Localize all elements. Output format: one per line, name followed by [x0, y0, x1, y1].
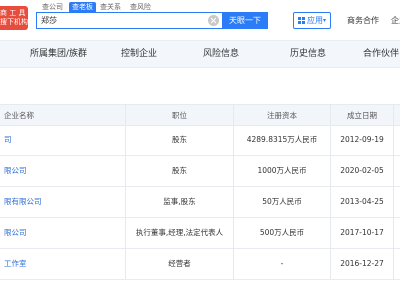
table-row: 限有限公司 监事,股东 50万人民币 2013-04-25	[0, 186, 400, 218]
position-cell: 监事,股东	[163, 197, 196, 206]
apps-label: 应用	[307, 16, 323, 25]
capital-cell: 1000万人民币	[257, 166, 307, 175]
table-row: 工作室 经营者 - 2016-12-27	[0, 248, 400, 280]
capital-cell: -	[280, 259, 284, 268]
capital-cell: 50万人民币	[262, 197, 302, 206]
capital-cell: 500万人民币	[259, 228, 305, 237]
tab-partners[interactable]: 合作伙伴	[363, 41, 399, 67]
logo-text-line2: 搜下机构	[0, 18, 28, 26]
company-name-link[interactable]: 限公司	[4, 217, 124, 248]
position-cell: 股东	[172, 135, 187, 144]
date-cell: 2016-12-27	[340, 259, 384, 268]
company-name-link[interactable]: 工作室	[4, 248, 124, 279]
date-cell: 2017-10-17	[340, 228, 384, 237]
position-cell: 执行董事,经理,法定代表人	[135, 228, 224, 237]
search-box	[36, 12, 222, 29]
apps-menu-button[interactable]: 应用 ▾	[293, 12, 331, 29]
search-button[interactable]: 天眼一下	[222, 12, 268, 29]
table-header: 企业名称 职位 注册资本 成立日期	[0, 104, 400, 126]
company-name-link[interactable]: 司	[4, 124, 124, 155]
top-header: 商 工 具 搜下机构 查公司 查老板 查关系 查风险 天眼一下 应用 ▾ 商务合…	[0, 0, 400, 40]
tab-controlled-companies[interactable]: 控制企业	[121, 41, 157, 67]
capital-cell: 4289.8315万人民币	[246, 135, 318, 144]
logo-text-line1: 商 工 具	[0, 9, 26, 17]
date-cell: 2013-04-25	[340, 197, 384, 206]
header-company-name: 企业名称	[4, 110, 34, 120]
grid-icon	[298, 17, 305, 24]
tab-risk-info[interactable]: 风险信息	[203, 41, 239, 67]
nav-business-cooperation[interactable]: 商务合作	[347, 12, 379, 29]
position-cell: 股东	[172, 166, 187, 175]
nav-enterprise[interactable]: 企业	[391, 12, 400, 29]
clear-icon[interactable]	[208, 15, 219, 26]
chevron-down-icon: ▾	[323, 17, 327, 24]
company-name-link[interactable]: 限有限公司	[4, 186, 124, 217]
section-tab-bar: 所属集团/族群 控制企业 风险信息 历史信息 合作伙伴	[0, 40, 400, 68]
date-cell: 2012-09-19	[340, 135, 384, 144]
tab-group[interactable]: 所属集团/族群	[30, 41, 87, 67]
table-row: 司 股东 4289.8315万人民币 2012-09-19	[0, 124, 400, 156]
search-input[interactable]	[41, 14, 206, 27]
tab-history-info[interactable]: 历史信息	[290, 41, 326, 67]
company-name-link[interactable]: 限公司	[4, 155, 124, 186]
header-position: 职位	[172, 110, 187, 120]
site-logo-badge[interactable]: 商 工 具 搜下机构	[0, 6, 28, 30]
header-registered-capital: 注册资本	[267, 110, 297, 120]
table-row: 限公司 股东 1000万人民币 2020-02-05	[0, 155, 400, 187]
position-cell: 经营者	[168, 259, 191, 268]
header-founded-date: 成立日期	[347, 110, 377, 120]
table-row: 限公司 执行董事,经理,法定代表人 500万人民币 2017-10-17	[0, 217, 400, 249]
date-cell: 2020-02-05	[340, 166, 384, 175]
